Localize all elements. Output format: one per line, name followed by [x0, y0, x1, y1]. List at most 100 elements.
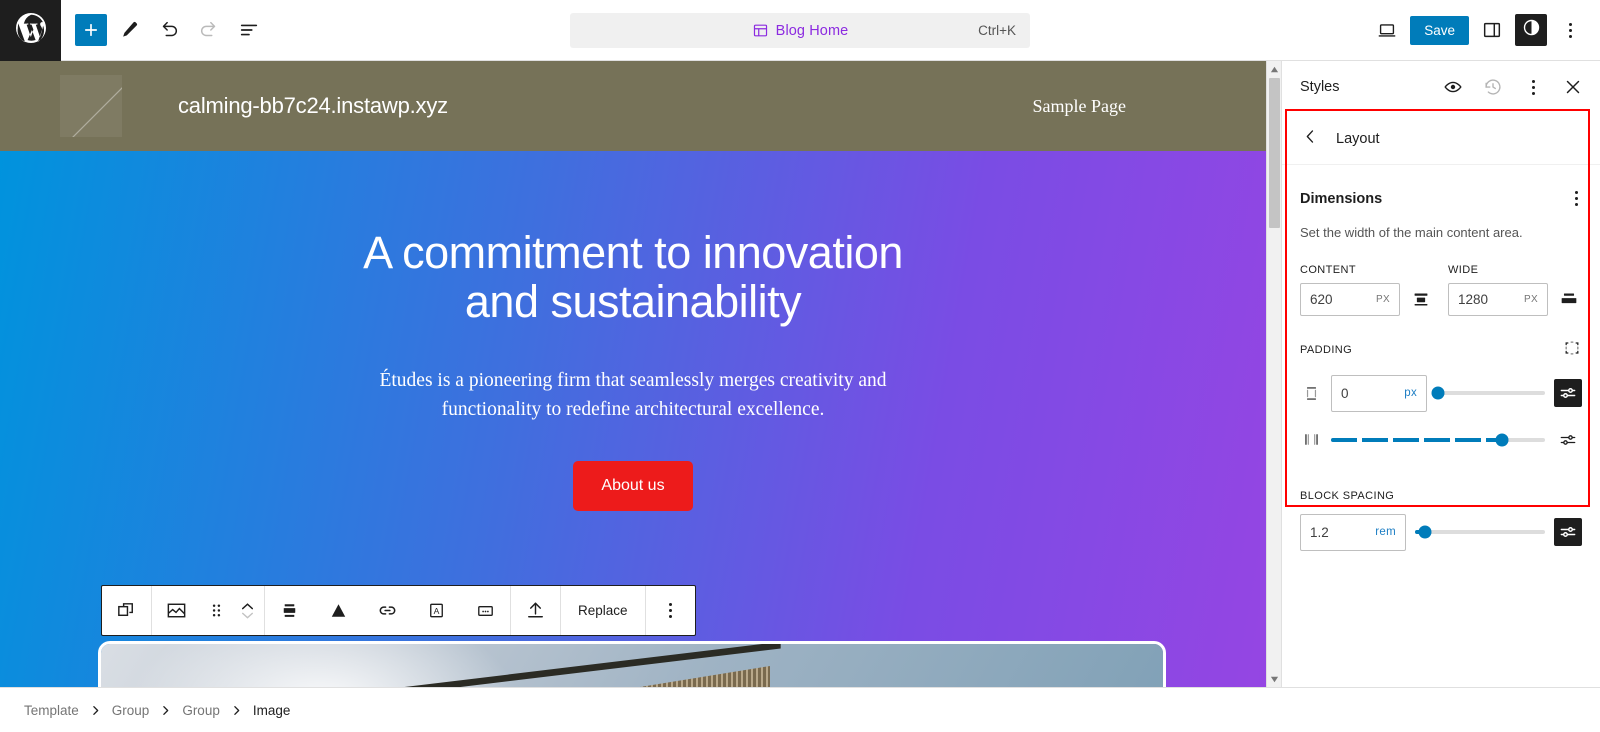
document-overview-icon [238, 19, 260, 41]
block-spacing-unit[interactable]: rem [1375, 526, 1396, 538]
content-width-value: 620 [1310, 291, 1333, 307]
wide-width-unit[interactable]: PX [1524, 294, 1538, 305]
padding-horizontal-slider[interactable] [1331, 433, 1545, 447]
content-width-unit[interactable]: PX [1376, 294, 1390, 305]
padding-horizontal-row [1300, 426, 1582, 454]
scrollbar-up-arrow[interactable] [1270, 61, 1279, 77]
template-layout-icon [752, 22, 769, 39]
ellipsis-box-icon [474, 599, 497, 622]
revisions-button[interactable] [1477, 71, 1509, 103]
site-logo-placeholder[interactable] [60, 75, 122, 137]
plus-icon [81, 20, 101, 40]
block-spacing-input[interactable]: 1.2 rem [1300, 513, 1406, 551]
more-rich-text-button[interactable] [461, 586, 510, 635]
close-x-icon [1562, 76, 1584, 98]
breadcrumb-item-group-2[interactable]: Group [182, 703, 220, 718]
block-options-button[interactable] [646, 586, 695, 635]
align-button[interactable] [265, 586, 314, 635]
padding-vertical-unit[interactable]: px [1404, 387, 1417, 399]
styles-more-menu[interactable] [1517, 71, 1549, 103]
crop-triangle-icon [327, 599, 350, 622]
top-bar-tools [61, 12, 267, 48]
padding-vertical-slider[interactable] [1431, 386, 1545, 400]
hero-heading[interactable]: A commitment to innovation and sustainab… [283, 228, 983, 326]
back-button[interactable] [1296, 125, 1324, 153]
svg-text:A: A [434, 606, 440, 616]
scrollbar-thumb[interactable] [1269, 78, 1280, 228]
scrollbar-down-arrow[interactable] [1270, 671, 1279, 687]
block-spacing-value: 1.2 [1310, 524, 1329, 540]
style-book-button[interactable] [1437, 71, 1469, 103]
command-bar[interactable]: Blog Home Ctrl+K [570, 13, 1030, 48]
link-button[interactable] [363, 586, 412, 635]
site-title[interactable]: calming-bb7c24.instawp.xyz [178, 93, 448, 119]
slider-settings-icon [1558, 430, 1578, 450]
ellipsis-vertical-icon [1575, 191, 1578, 206]
site-nav-item-sample-page[interactable]: Sample Page [1033, 96, 1216, 117]
chevron-up-down-icon [236, 599, 259, 622]
block-spacing-header: BLOCK SPACING [1300, 490, 1582, 502]
slider-settings-icon [1558, 383, 1578, 403]
breadcrumb-item-template[interactable]: Template [24, 703, 79, 718]
upload-button[interactable] [511, 586, 560, 635]
edit-mode-button[interactable] [111, 12, 147, 48]
dimensions-panel: Dimensions Set the width of the main con… [1282, 165, 1600, 316]
block-toolbar-group-upload [511, 586, 561, 635]
settings-sidebar-toggle[interactable] [1474, 12, 1510, 48]
device-preview-button[interactable] [1369, 12, 1405, 48]
padding-section: PADDING 0 px [1282, 316, 1600, 468]
site-header-block[interactable]: calming-bb7c24.instawp.xyz Sample Page [0, 61, 1266, 151]
wide-width-input[interactable]: 1280 PX [1448, 282, 1548, 316]
sidebar-panel-icon [1481, 19, 1503, 41]
wordpress-logo-button[interactable] [0, 0, 61, 61]
dimensions-options-button[interactable] [1571, 187, 1582, 210]
drag-handle[interactable] [201, 586, 231, 635]
styles-panel-title: Styles [1300, 79, 1340, 95]
block-spacing-slider[interactable] [1415, 525, 1545, 539]
layout-nav-row[interactable]: Layout [1282, 113, 1600, 165]
content-width-field: CONTENT 620 PX [1300, 264, 1434, 316]
close-styles-button[interactable] [1557, 71, 1589, 103]
undo-button[interactable] [151, 12, 187, 48]
about-us-button[interactable]: About us [573, 460, 693, 511]
hero-paragraph[interactable]: Études is a pioneering firm that seamles… [353, 366, 913, 425]
padding-vertical-icon [1300, 384, 1322, 403]
block-spacing-options-button[interactable] [1554, 518, 1582, 547]
padding-vertical-input[interactable]: 0 px [1331, 374, 1427, 412]
history-clock-icon [1482, 76, 1504, 98]
replace-button[interactable]: Replace [561, 586, 645, 635]
canvas-scrollbar[interactable] [1266, 61, 1281, 687]
padding-horizontal-icon [1300, 430, 1322, 449]
breadcrumb-item-group-1[interactable]: Group [112, 703, 150, 718]
wide-width-align-button[interactable] [1556, 286, 1582, 312]
padding-vertical-options-button[interactable] [1554, 379, 1582, 408]
editor-canvas[interactable]: calming-bb7c24.instawp.xyz Sample Page A… [0, 61, 1266, 687]
save-button[interactable]: Save [1410, 15, 1469, 45]
parent-block-icon [115, 599, 138, 622]
image-block-selected[interactable] [98, 641, 1166, 687]
add-text-over-image-button[interactable]: A [412, 586, 461, 635]
link-icon [376, 599, 399, 622]
add-block-button[interactable] [75, 14, 107, 46]
more-options-button[interactable] [1552, 12, 1588, 48]
padding-header: PADDING [1300, 338, 1582, 363]
select-parent-block-button[interactable] [102, 586, 151, 635]
crop-button[interactable] [314, 586, 363, 635]
block-toolbar-group-parent [102, 586, 152, 635]
content-width-align-button[interactable] [1408, 286, 1434, 312]
command-bar-shortcut: Ctrl+K [978, 23, 1016, 38]
padding-horizontal-options-button[interactable] [1554, 426, 1582, 454]
contrast-circle-icon [1521, 17, 1542, 43]
content-width-label: CONTENT [1300, 263, 1356, 276]
content-width-input[interactable]: 620 PX [1300, 282, 1400, 316]
styles-toggle-button[interactable] [1515, 14, 1547, 46]
move-up-down-button[interactable] [231, 586, 264, 635]
redo-button[interactable] [191, 12, 227, 48]
block-type-image-button[interactable] [152, 586, 201, 635]
list-view-button[interactable] [231, 12, 267, 48]
padding-link-sides-button[interactable] [1562, 338, 1582, 363]
padding-vertical-row: 0 px [1300, 374, 1582, 412]
block-spacing-section: BLOCK SPACING 1.2 rem [1282, 468, 1600, 565]
breadcrumb-item-image[interactable]: Image [253, 703, 291, 718]
styles-header-actions [1437, 71, 1589, 103]
